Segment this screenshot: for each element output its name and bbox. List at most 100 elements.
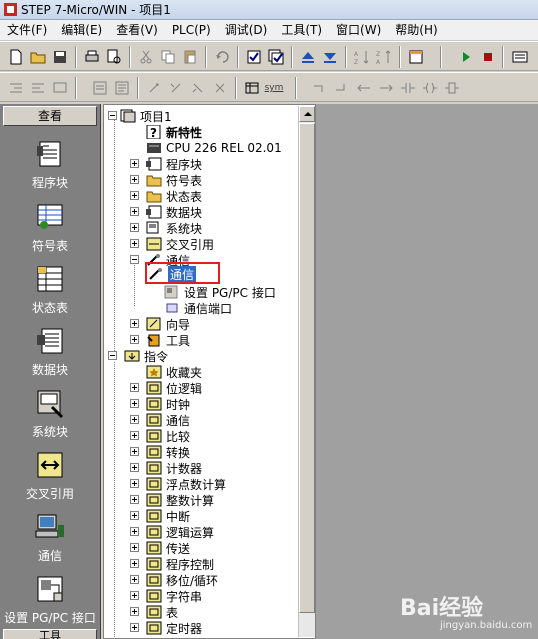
upload-icon[interactable] xyxy=(298,47,318,67)
toggle-bookmark-icon[interactable] xyxy=(144,78,164,98)
program-block-icon xyxy=(37,141,61,167)
nav-item-communication[interactable]: 通信 xyxy=(0,511,100,564)
tree-instruction-group[interactable]: 字符串 xyxy=(130,588,202,604)
nav-item-data-block[interactable]: 数据块 xyxy=(0,325,100,378)
remove-bookmarks-icon[interactable] xyxy=(210,78,230,98)
tree-folder-system-block[interactable]: 系统块 xyxy=(130,220,202,236)
tree-comm-pgpc-interface[interactable]: 设置 PG/PC 接口 xyxy=(164,284,276,300)
line-left-icon[interactable] xyxy=(354,78,374,98)
line-up-icon[interactable] xyxy=(332,78,352,98)
insert-box-icon[interactable] xyxy=(442,78,462,98)
symbol-table-toggle-icon[interactable] xyxy=(242,78,262,98)
program-status-icon[interactable] xyxy=(510,47,530,67)
symbol-table-icon xyxy=(37,204,63,229)
tree-scrollbar[interactable] xyxy=(298,106,315,637)
tree-instruction-group[interactable]: 浮点数计算 xyxy=(130,476,226,492)
tree-cpu[interactable]: CPU 226 REL 02.01 xyxy=(146,140,282,156)
paste-icon[interactable] xyxy=(180,47,200,67)
menu-debug[interactable]: 调试(D) xyxy=(218,20,275,41)
insert-coil-icon[interactable] xyxy=(420,78,440,98)
sort-descending-icon[interactable]: ZA xyxy=(374,47,394,67)
tree-folder-wizard[interactable]: 向导 xyxy=(130,316,190,332)
insert-contact-icon[interactable] xyxy=(398,78,418,98)
cross-reference-icon xyxy=(146,237,162,251)
scroll-thumb[interactable] xyxy=(299,123,315,613)
comment-icon[interactable] xyxy=(50,78,70,98)
menu-file[interactable]: 文件(F) xyxy=(0,20,54,41)
status-table-icon xyxy=(146,189,162,203)
tree-instruction-group[interactable]: 定时器 xyxy=(130,620,202,636)
tree-instruction-group[interactable]: 通信 xyxy=(130,412,190,428)
nav-item-symbol-table[interactable]: 符号表 xyxy=(0,201,100,254)
save-icon[interactable] xyxy=(50,47,70,67)
tree-instruction-group[interactable]: 中断 xyxy=(130,508,190,524)
compile-icon[interactable] xyxy=(244,47,264,67)
editor-workspace xyxy=(316,104,538,639)
nav-footer-tools[interactable]: 工具 xyxy=(3,629,97,639)
tree-folder-symbol-table[interactable]: 符号表 xyxy=(130,172,202,188)
tree-project[interactable]: 项目1 xyxy=(108,108,172,124)
tree-instruction-group[interactable]: 转换 xyxy=(130,444,190,460)
previous-bookmark-icon[interactable] xyxy=(188,78,208,98)
network-comment-icon[interactable] xyxy=(90,78,110,98)
compile-all-icon[interactable] xyxy=(266,47,286,67)
tree-favorites[interactable]: 收藏夹 xyxy=(146,364,202,380)
menu-plc[interactable]: PLC(P) xyxy=(165,20,218,41)
tree-instruction-group[interactable]: 逻辑运算 xyxy=(130,524,214,540)
tree-folder-program-block[interactable]: 程序块 xyxy=(130,156,202,172)
tree-folder-tools[interactable]: 工具 xyxy=(130,332,190,348)
menu-help[interactable]: 帮助(H) xyxy=(388,20,444,41)
tree-instruction-group[interactable]: 计数器 xyxy=(130,460,202,476)
sort-ascending-icon[interactable]: AZ xyxy=(352,47,372,67)
svg-text:A: A xyxy=(376,59,381,65)
tree-folder-status-table[interactable]: 状态表 xyxy=(130,188,202,204)
tree-instruction-group[interactable]: 程序控制 xyxy=(130,556,214,572)
nav-item-cross-reference[interactable]: 交叉引用 xyxy=(0,449,100,502)
tree-instruction-group[interactable]: 比较 xyxy=(130,428,190,444)
menu-view[interactable]: 查看(V) xyxy=(109,20,165,41)
menu-window[interactable]: 窗口(W) xyxy=(329,20,388,41)
tree-instruction-group[interactable]: 时钟 xyxy=(130,396,190,412)
communication-icon xyxy=(35,514,64,538)
next-bookmark-icon[interactable] xyxy=(166,78,186,98)
pou-comment-icon[interactable] xyxy=(112,78,132,98)
menu-tools[interactable]: 工具(T) xyxy=(274,20,329,41)
stop-icon[interactable] xyxy=(478,47,498,67)
line-right-icon[interactable] xyxy=(376,78,396,98)
nav-item-pgpc-interface[interactable]: 设置 PG/PC 接口 xyxy=(0,573,100,626)
tree-folder-data-block[interactable]: 数据块 xyxy=(130,204,202,220)
cut-icon[interactable] xyxy=(136,47,156,67)
tree-instruction-group[interactable]: 整数计算 xyxy=(130,492,214,508)
tree-comm-port[interactable]: 通信端口 xyxy=(164,300,232,316)
copy-icon[interactable] xyxy=(158,47,178,67)
tree-new-features[interactable]: ? 新特性 xyxy=(146,124,202,140)
run-icon[interactable] xyxy=(456,47,476,67)
nav-header-view[interactable]: 查看 xyxy=(3,106,97,126)
menu-edit[interactable]: 编辑(E) xyxy=(54,20,109,41)
outdent-icon[interactable] xyxy=(28,78,48,98)
line-down-icon[interactable] xyxy=(310,78,330,98)
tree-instruction-group[interactable]: 移位/循环 xyxy=(130,572,218,588)
tree-instruction-group[interactable]: 位逻辑 xyxy=(130,380,202,396)
scroll-up-icon[interactable] xyxy=(299,106,315,122)
menu-bar: 文件(F) 编辑(E) 查看(V) PLC(P) 调试(D) 工具(T) 窗口(… xyxy=(0,20,538,41)
download-icon[interactable] xyxy=(320,47,340,67)
tree-instructions[interactable]: 指令 xyxy=(108,348,168,364)
tree-instruction-group[interactable]: 传送 xyxy=(130,540,190,556)
open-folder-icon[interactable] xyxy=(28,47,48,67)
nav-item-program-block[interactable]: 程序块 xyxy=(0,138,100,191)
new-file-icon[interactable] xyxy=(6,47,26,67)
svg-text:A: A xyxy=(354,51,359,58)
print-icon[interactable] xyxy=(82,47,102,67)
symbol-info-button[interactable]: sym xyxy=(264,78,284,98)
nav-item-status-table[interactable]: 状态表 xyxy=(0,263,100,316)
tree-folder-cross-reference[interactable]: 交叉引用 xyxy=(130,236,214,252)
tree-instruction-group[interactable]: 表 xyxy=(130,604,178,620)
instruction-folder-icon xyxy=(146,493,162,507)
options-icon[interactable] xyxy=(406,47,426,67)
indent-icon[interactable] xyxy=(6,78,26,98)
print-preview-icon[interactable] xyxy=(104,47,124,67)
nav-item-system-block[interactable]: 系统块 xyxy=(0,387,100,440)
navigation-bar: 查看 程序块 符号表 状态表 数据块 系统块 交叉引用 通信 设置 PG/PC … xyxy=(0,104,101,639)
undo-icon[interactable] xyxy=(212,47,232,67)
